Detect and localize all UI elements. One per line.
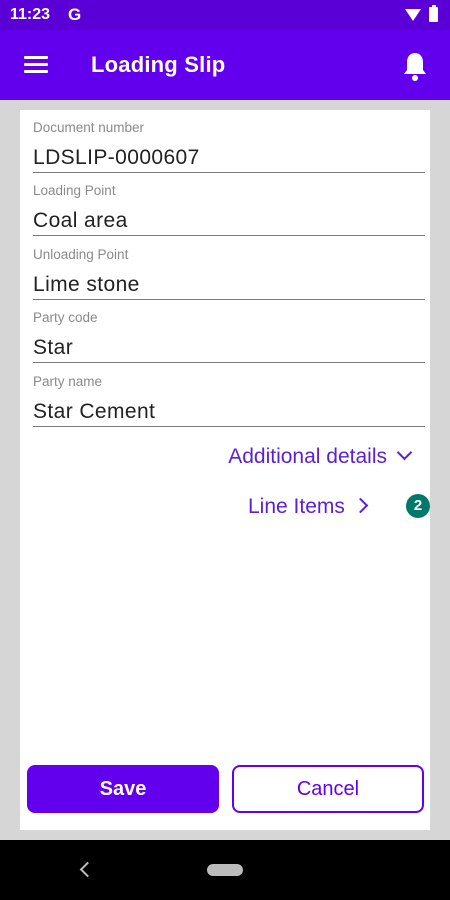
unloading-point-field[interactable]: Unloading Point Lime stone: [33, 237, 425, 300]
bell-icon[interactable]: [401, 50, 429, 82]
document-number-field[interactable]: Document number LDSLIP-0000607: [33, 110, 425, 173]
field-value: Star: [33, 336, 74, 359]
additional-details-toggle[interactable]: Additional details: [228, 444, 413, 469]
chevron-right-icon: [352, 497, 369, 514]
home-pill-icon[interactable]: [207, 864, 243, 876]
google-icon: G: [68, 5, 82, 24]
line-items-label: Line Items: [248, 495, 345, 518]
save-button[interactable]: Save: [27, 765, 219, 813]
menu-icon[interactable]: [24, 55, 48, 75]
loading-point-field[interactable]: Loading Point Coal area: [33, 173, 425, 236]
field-label: Document number: [33, 120, 145, 135]
party-code-field[interactable]: Party code Star: [33, 300, 425, 363]
status-bar: 11:23 G: [0, 0, 450, 30]
back-icon[interactable]: [79, 861, 96, 878]
chevron-down-icon: [396, 444, 413, 461]
field-value: LDSLIP-0000607: [33, 146, 200, 169]
field-value: Coal area: [33, 209, 128, 232]
field-label: Loading Point: [33, 183, 116, 198]
wifi-icon: [405, 9, 421, 21]
battery-icon: [429, 5, 438, 22]
form-card: Document number LDSLIP-0000607 Loading P…: [20, 110, 430, 830]
field-label: Party name: [33, 374, 103, 389]
line-items-link[interactable]: Line Items: [248, 495, 369, 519]
field-value: Lime stone: [33, 273, 140, 296]
field-value: Star Cement: [33, 400, 156, 423]
field-label: Unloading Point: [33, 247, 129, 262]
cancel-button[interactable]: Cancel: [232, 765, 424, 813]
navigation-bar: [0, 840, 450, 900]
party-name-field[interactable]: Party name Star Cement: [33, 364, 425, 427]
field-label: Party code: [33, 310, 98, 325]
page-title: Loading Slip: [91, 52, 226, 77]
app-bar: Loading Slip: [0, 30, 450, 100]
status-time: 11:23: [10, 6, 51, 23]
additional-details-label: Additional details: [228, 445, 387, 468]
line-items-count-badge: 2: [406, 494, 430, 518]
